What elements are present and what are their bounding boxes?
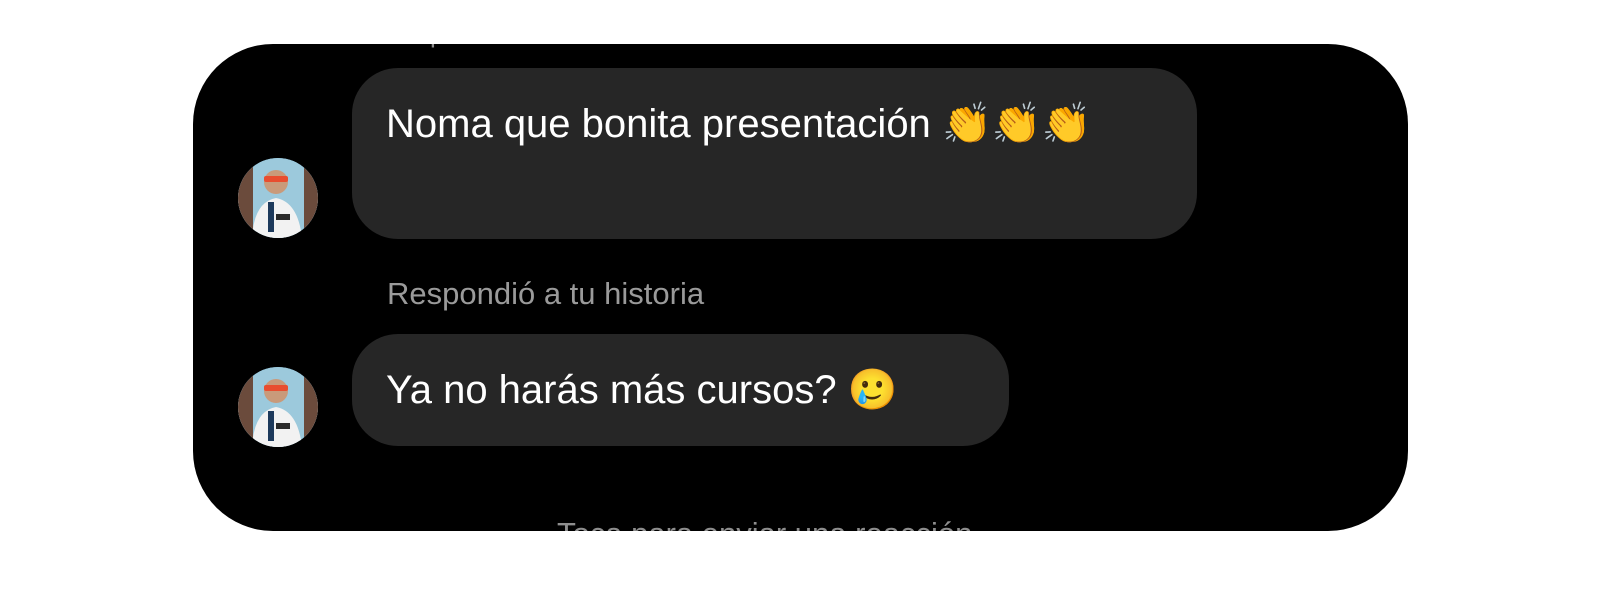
message-bubble[interactable]: Noma que bonita presentación 👏👏👏 [352,68,1197,239]
message-text: Noma que bonita presentación [386,102,931,146]
avatar[interactable] [238,158,318,238]
message-text: Ya no harás más cursos? [386,368,837,412]
person-photo-icon [238,367,318,447]
avatar[interactable] [238,367,318,447]
reaction-hint: Toca para enviar una reacción [557,516,972,531]
smiling-face-with-tear-emoji-icon: 🥲 [847,367,898,413]
clapping-hands-emoji-icon: 👏👏👏 [941,101,1092,147]
person-photo-icon [238,158,318,238]
chat-window: p Noma que bonita presentación 👏👏👏 Respo… [193,44,1408,531]
message-bubble[interactable]: Ya no harás más cursos? 🥲 [352,334,1009,446]
partial-previous-text: p [430,44,444,49]
story-reply-label: Respondió a tu historia [387,276,705,311]
